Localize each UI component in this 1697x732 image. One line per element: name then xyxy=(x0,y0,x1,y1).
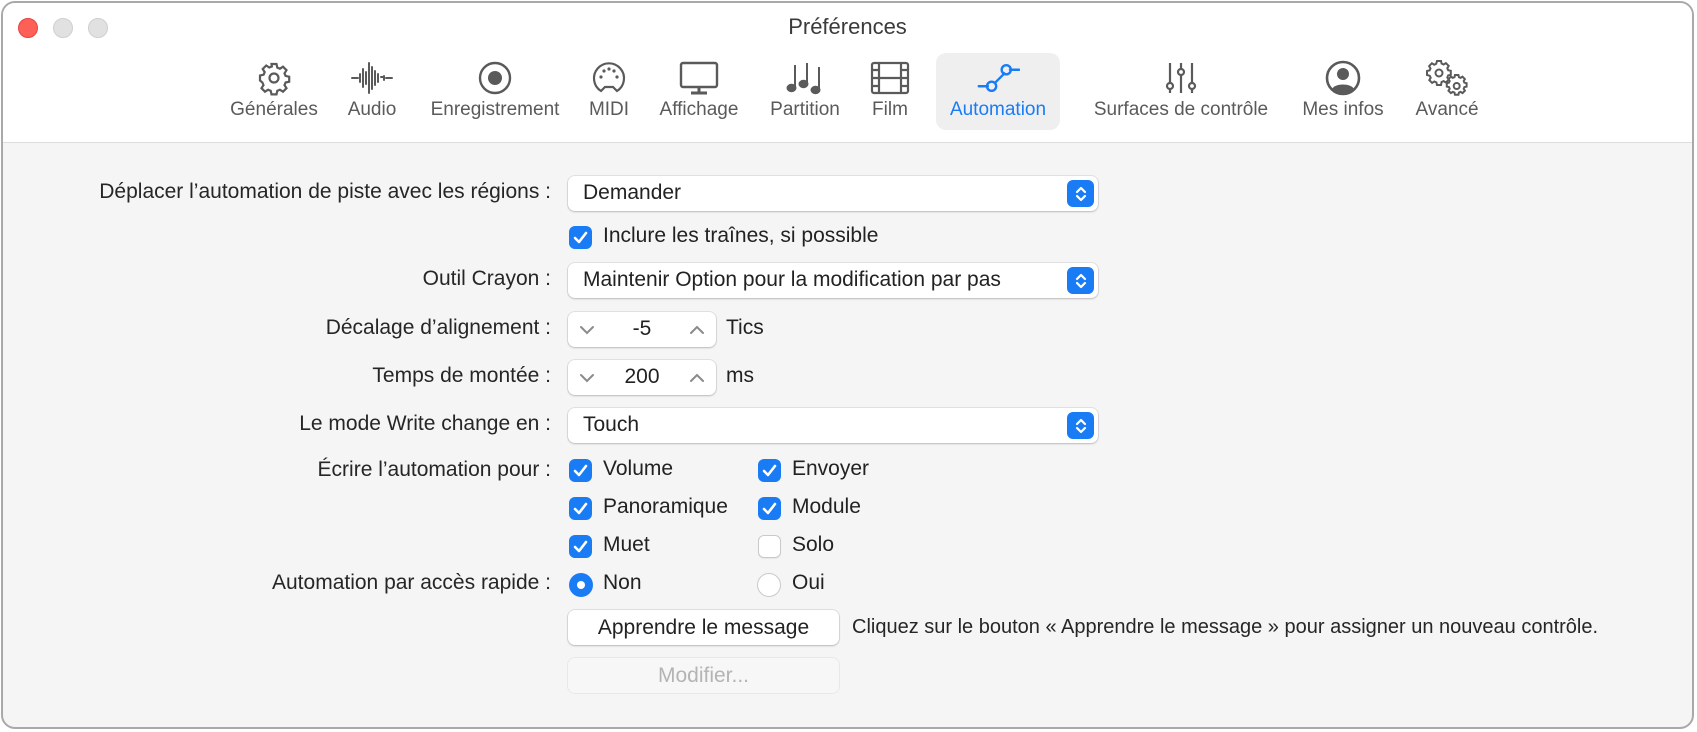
ramp-time-stepper[interactable]: 200 xyxy=(568,360,716,395)
tab-automation[interactable]: Automation xyxy=(936,53,1060,130)
solo-label: Solo xyxy=(792,533,835,556)
tab-label: Automation xyxy=(949,99,1047,120)
tab-label: Film xyxy=(872,99,908,120)
tab-label: Enregistrement xyxy=(430,99,560,120)
tab-partition[interactable]: Partition xyxy=(760,53,850,130)
increment-chevron-icon[interactable] xyxy=(684,317,710,343)
person-icon xyxy=(1321,59,1365,97)
quick-access-oui-label: Oui xyxy=(792,571,825,594)
decrement-chevron-icon[interactable] xyxy=(574,317,600,343)
tab-label: Affichage xyxy=(659,99,739,120)
volume-checkbox[interactable] xyxy=(569,459,592,482)
popup-chevrons-icon xyxy=(1067,267,1094,294)
quick-access-non-label: Non xyxy=(603,571,642,594)
move-automation-label: Déplacer l’automation de piste avec les … xyxy=(99,180,551,203)
checkmark-icon xyxy=(573,540,588,553)
title-bar: Préférences Générales Audio Enregistreme… xyxy=(3,3,1692,143)
waveform-icon xyxy=(350,59,394,97)
music-notes-icon xyxy=(783,59,827,97)
panoramique-label: Panoramique xyxy=(603,495,728,518)
checkmark-icon xyxy=(762,502,777,515)
ramp-time-label: Temps de montée : xyxy=(372,364,551,387)
snap-offset-value[interactable]: -5 xyxy=(600,317,684,341)
automation-icon xyxy=(976,59,1020,97)
popup-value: Maintenir Option pour la modification pa… xyxy=(583,268,1001,291)
popup-chevrons-icon xyxy=(1067,412,1094,439)
quick-access-oui-radio[interactable] xyxy=(757,573,781,597)
tab-film[interactable]: Film xyxy=(863,53,917,130)
gears-icon xyxy=(1425,59,1469,97)
ramp-time-value[interactable]: 200 xyxy=(600,365,684,389)
pencil-tool-popup[interactable]: Maintenir Option pour la modification pa… xyxy=(568,263,1098,298)
tab-surfaces-de-controle[interactable]: Surfaces de contrôle xyxy=(1085,53,1277,130)
solo-checkbox[interactable] xyxy=(758,535,781,558)
include-tails-checkbox[interactable] xyxy=(569,226,592,249)
learn-message-hint: Cliquez sur le bouton « Apprendre le mes… xyxy=(852,616,1599,638)
tab-enregistrement[interactable]: Enregistrement xyxy=(420,53,570,130)
tab-label: Avancé xyxy=(1415,99,1479,120)
tab-label: Générales xyxy=(230,99,318,120)
envoyer-checkbox[interactable] xyxy=(758,459,781,482)
window-title: Préférences xyxy=(788,14,907,39)
preferences-window: Préférences Générales Audio Enregistreme… xyxy=(1,1,1694,729)
tab-mes-infos[interactable]: Mes infos xyxy=(1292,53,1394,130)
snap-offset-unit: Tics xyxy=(726,316,764,339)
snap-offset-label: Décalage d’alignement : xyxy=(325,316,551,339)
muet-label: Muet xyxy=(603,533,650,556)
display-icon xyxy=(677,59,721,97)
snap-offset-stepper[interactable]: -5 xyxy=(568,312,716,347)
checkmark-icon xyxy=(573,231,588,244)
tab-label: Partition xyxy=(770,99,840,120)
popup-value: Touch xyxy=(583,413,640,436)
tab-label: Audio xyxy=(347,99,397,120)
volume-label: Volume xyxy=(603,457,674,480)
record-icon xyxy=(473,59,517,97)
panoramique-checkbox[interactable] xyxy=(569,497,592,520)
popup-chevrons-icon xyxy=(1067,180,1094,207)
midi-connector-icon xyxy=(587,59,631,97)
write-automation-label: Écrire l’automation pour : xyxy=(317,458,551,481)
film-icon xyxy=(868,59,912,97)
tab-midi[interactable]: MIDI xyxy=(581,53,637,130)
learn-message-button[interactable]: Apprendre le message xyxy=(568,610,839,645)
automation-preferences-pane: Déplacer l’automation de piste avec les … xyxy=(3,143,1692,727)
muet-checkbox[interactable] xyxy=(569,535,592,558)
checkmark-icon xyxy=(762,464,777,477)
include-tails-label: Inclure les traînes, si possible xyxy=(603,224,879,247)
quick-access-non-radio[interactable] xyxy=(569,573,593,597)
quick-access-label: Automation par accès rapide : xyxy=(272,571,551,594)
tab-audio[interactable]: Audio xyxy=(339,53,405,130)
ramp-time-unit: ms xyxy=(726,364,754,387)
popup-value: Demander xyxy=(583,181,682,204)
tab-generales[interactable]: Générales xyxy=(221,53,327,130)
tab-label: MIDI xyxy=(588,99,630,120)
write-mode-label: Le mode Write change en : xyxy=(299,412,551,435)
pencil-tool-label: Outil Crayon : xyxy=(422,267,551,290)
preferences-toolbar: Générales Audio Enregistrement MIDI Affi… xyxy=(3,53,1692,131)
write-mode-popup[interactable]: Touch xyxy=(568,408,1098,443)
tab-affichage[interactable]: Affichage xyxy=(651,53,747,130)
tab-avance[interactable]: Avancé xyxy=(1406,53,1488,130)
module-label: Module xyxy=(792,495,861,518)
increment-chevron-icon[interactable] xyxy=(684,365,710,391)
checkmark-icon xyxy=(573,464,588,477)
checkmark-icon xyxy=(573,502,588,515)
module-checkbox[interactable] xyxy=(758,497,781,520)
edit-button: Modifier... xyxy=(568,658,839,693)
tab-label: Surfaces de contrôle xyxy=(1093,99,1269,120)
sliders-icon xyxy=(1159,59,1203,97)
envoyer-label: Envoyer xyxy=(792,457,870,480)
move-automation-popup[interactable]: Demander xyxy=(568,176,1098,211)
gear-icon xyxy=(252,59,296,97)
decrement-chevron-icon[interactable] xyxy=(574,365,600,391)
tab-label: Mes infos xyxy=(1302,99,1384,120)
